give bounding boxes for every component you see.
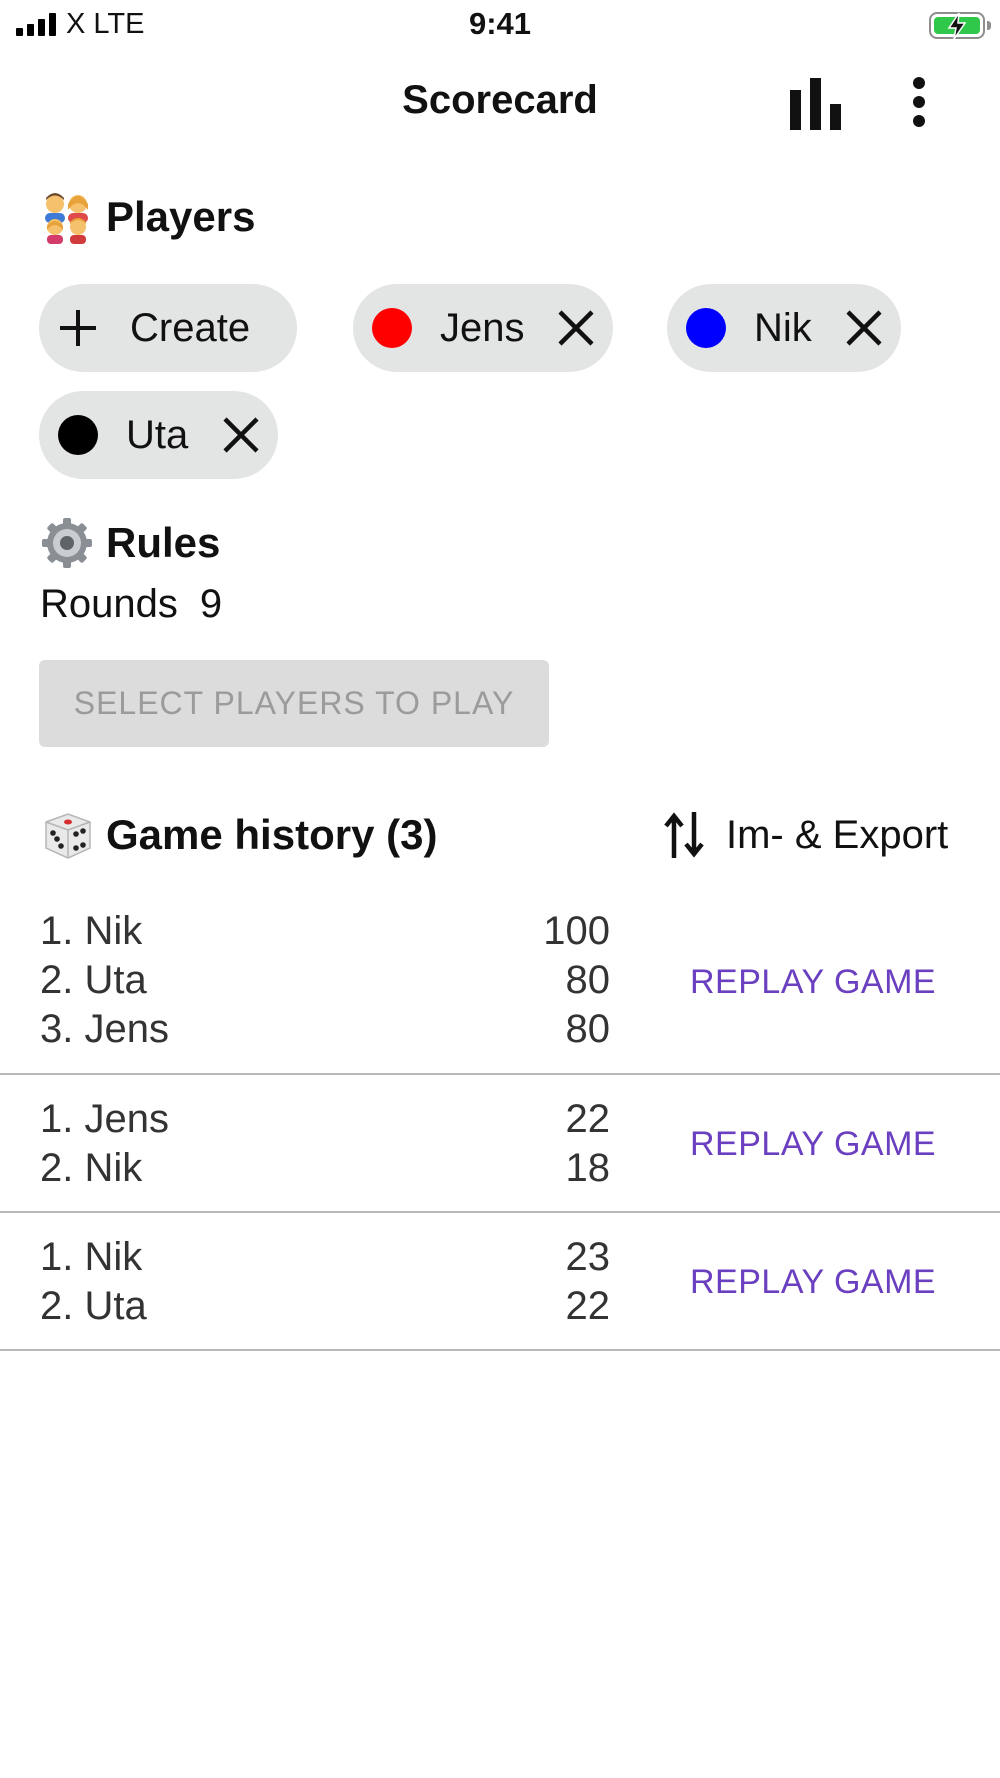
rounds-setting[interactable]: Rounds 9	[40, 582, 222, 627]
player-rank-name: 3. Jens	[40, 1007, 169, 1051]
player-rank-name: 2. Uta	[40, 958, 147, 1002]
game-history-item: 1. Nik 23 2. Uta 22 REPLAY GAME	[0, 1213, 1000, 1351]
player-rank-name: 2. Uta	[40, 1284, 147, 1328]
replay-game-button[interactable]: REPLAY GAME	[690, 963, 936, 1002]
close-icon[interactable]	[557, 309, 595, 347]
player-chip-uta[interactable]: Uta	[39, 391, 278, 479]
player-name: Uta	[126, 412, 189, 457]
player-name: Jens	[440, 305, 525, 350]
rounds-value: 9	[199, 582, 223, 626]
score-row: 3. Jens 80	[40, 1007, 610, 1052]
swap-vert-icon	[664, 812, 704, 858]
select-players-button: SELECT PLAYERS TO PLAY	[39, 660, 549, 747]
status-bar: X LTE 9:41	[0, 0, 1000, 52]
dice-icon	[45, 813, 91, 859]
player-rank-name: 1. Nik	[40, 909, 143, 953]
score-row: 2. Uta 22	[40, 1284, 610, 1329]
player-rank-name: 2. Nik	[40, 1146, 143, 1190]
rules-title: Rules	[106, 519, 221, 566]
players-heading: Players	[40, 190, 255, 244]
score-row: 2. Uta 80	[40, 958, 610, 1003]
player-rank-name: 1. Jens	[40, 1097, 169, 1141]
player-chip-jens[interactable]: Jens	[353, 284, 613, 372]
score-row: 1. Jens 22	[40, 1097, 610, 1142]
replay-game-button[interactable]: REPLAY GAME	[690, 1125, 936, 1164]
player-color-dot	[372, 308, 412, 348]
game-history-item: 1. Jens 22 2. Nik 18 REPLAY GAME	[0, 1075, 1000, 1213]
status-time: 9:41	[468, 6, 532, 41]
player-score: 80	[565, 958, 611, 1002]
more-vert-icon	[913, 77, 925, 127]
page-title: Scorecard	[402, 78, 598, 122]
bar-chart-icon	[790, 78, 841, 130]
player-color-dot	[686, 308, 726, 348]
player-score: 23	[565, 1235, 611, 1279]
more-options-button[interactable]	[900, 76, 938, 132]
create-player-button[interactable]: Create	[39, 284, 297, 372]
history-heading: Game history (3)	[40, 808, 437, 862]
score-row: 2. Nik 18	[40, 1146, 610, 1191]
rules-heading: Rules	[40, 516, 220, 570]
player-name: Nik	[754, 305, 812, 350]
imexport-label: Im- & Export	[726, 812, 949, 857]
score-row: 1. Nik 100	[40, 909, 610, 954]
family-emoji-icon	[45, 193, 88, 244]
rounds-label: Rounds	[40, 582, 178, 626]
player-score: 100	[543, 909, 610, 953]
history-title: Game history (3)	[106, 811, 438, 858]
create-label: Create	[130, 305, 251, 350]
import-export-button[interactable]: Im- & Export	[664, 810, 948, 860]
score-row: 1. Nik 23	[40, 1235, 610, 1280]
player-score: 22	[565, 1097, 611, 1141]
players-title: Players	[106, 193, 256, 240]
gear-icon	[42, 518, 92, 568]
player-color-dot	[58, 415, 98, 455]
player-chip-nik[interactable]: Nik	[667, 284, 901, 372]
close-icon[interactable]	[222, 416, 260, 454]
plus-icon	[60, 310, 96, 346]
replay-game-button[interactable]: REPLAY GAME	[690, 1263, 936, 1302]
game-history-item: 1. Nik 100 2. Uta 80 3. Jens 80 REPLAY GAME	[0, 895, 1000, 1075]
player-score: 22	[565, 1284, 611, 1328]
close-icon[interactable]	[845, 309, 883, 347]
player-score: 80	[565, 1007, 611, 1051]
statistics-button[interactable]	[788, 78, 844, 130]
player-rank-name: 1. Nik	[40, 1235, 143, 1279]
battery-icon	[929, 12, 991, 40]
player-score: 18	[565, 1146, 611, 1190]
